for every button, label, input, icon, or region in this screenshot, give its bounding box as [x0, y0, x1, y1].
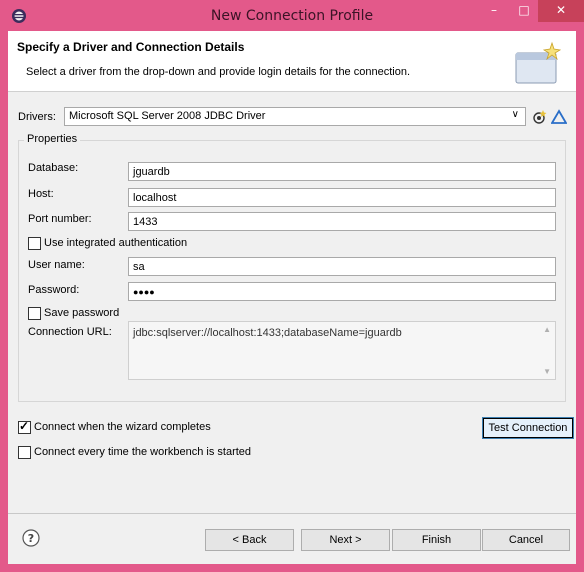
scroll-up-icon[interactable]: ▲	[543, 325, 551, 334]
save-password-label[interactable]: Save password	[44, 307, 119, 319]
user-name-field[interactable]: sa	[128, 257, 556, 276]
port-label: Port number:	[28, 213, 92, 225]
page-title: Specify a Driver and Connection Details	[17, 40, 245, 54]
wizard-header: Specify a Driver and Connection Details …	[8, 31, 576, 92]
dialog-window: New Connection Profile – □ ✕ Specify a D…	[0, 0, 584, 572]
connect-on-finish-label[interactable]: Connect when the wizard completes	[34, 421, 211, 433]
footer-divider	[8, 513, 576, 514]
page-description: Select a driver from the drop-down and p…	[26, 66, 410, 78]
svg-text:?: ?	[28, 532, 34, 545]
connection-url-label: Connection URL:	[28, 326, 112, 338]
close-button[interactable]: ✕	[538, 0, 584, 22]
minimize-button[interactable]: –	[480, 0, 508, 22]
connection-wizard-icon	[515, 41, 562, 84]
host-field[interactable]: localhost	[128, 188, 556, 207]
password-field[interactable]: ●●●●	[128, 282, 556, 301]
host-label: Host:	[28, 188, 54, 200]
integrated-auth-label[interactable]: Use integrated authentication	[44, 237, 187, 249]
maximize-button[interactable]: □	[510, 0, 538, 22]
save-password-checkbox[interactable]	[28, 307, 41, 320]
database-label: Database:	[28, 162, 79, 174]
chevron-down-icon: ∨	[511, 109, 519, 120]
connection-url-value: jdbc:sqlserver://localhost:1433;database…	[133, 327, 402, 339]
title-bar[interactable]: New Connection Profile – □ ✕	[0, 0, 584, 32]
connect-every-time-label[interactable]: Connect every time the workbench is star…	[34, 446, 251, 458]
new-driver-icon[interactable]	[531, 109, 547, 125]
edit-driver-icon[interactable]	[551, 109, 567, 125]
test-connection-button[interactable]: Test Connection	[482, 417, 574, 439]
database-field[interactable]: jguardb	[128, 162, 556, 181]
connection-url-field[interactable]: jdbc:sqlserver://localhost:1433;database…	[128, 321, 556, 380]
connect-every-time-checkbox[interactable]	[18, 446, 31, 459]
dialog-client-area: Specify a Driver and Connection Details …	[8, 31, 576, 564]
integrated-auth-checkbox[interactable]	[28, 237, 41, 250]
drivers-dropdown[interactable]: Microsoft SQL Server 2008 JDBC Driver ∨	[64, 107, 526, 126]
drivers-label: Drivers:	[18, 111, 56, 123]
cancel-button[interactable]: Cancel	[482, 529, 570, 551]
finish-button[interactable]: Finish	[392, 529, 481, 551]
help-icon[interactable]: ?	[22, 529, 40, 547]
scroll-down-icon[interactable]: ▼	[543, 367, 551, 376]
drivers-selected-value: Microsoft SQL Server 2008 JDBC Driver	[69, 110, 266, 122]
port-field[interactable]: 1433	[128, 212, 556, 231]
next-button[interactable]: Next >	[301, 529, 390, 551]
connect-on-finish-checkbox[interactable]	[18, 419, 31, 434]
properties-legend: Properties	[24, 133, 81, 145]
password-label: Password:	[28, 284, 80, 296]
user-name-label: User name:	[28, 259, 85, 271]
back-button[interactable]: < Back	[205, 529, 294, 551]
